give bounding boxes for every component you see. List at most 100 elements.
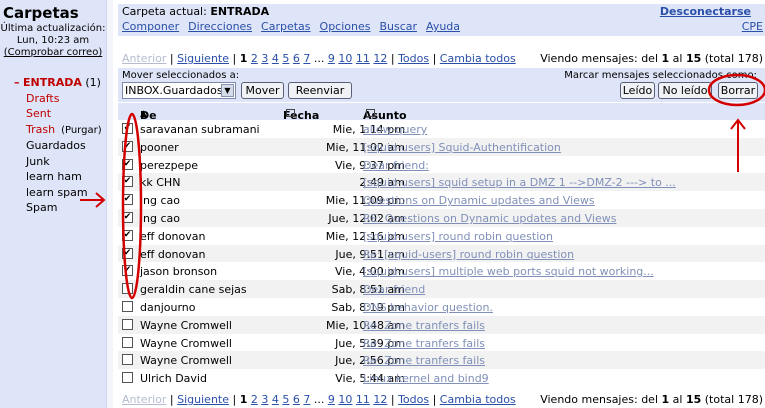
table-row[interactable]: Wayne Cromwell Mie, 10:48 am Re: Zone tran… (118, 315, 765, 334)
menu-item-buscar[interactable]: Buscar (379, 20, 417, 33)
sidebar-item-trash[interactable]: Trash (26, 123, 55, 136)
row-checkbox[interactable]: ✔ (122, 194, 133, 206)
row-subject-link[interactable]: [squid-users] round robin question (363, 230, 553, 243)
sidebar-item-learn-spam[interactable]: learn spam (0, 185, 106, 201)
row-checkbox[interactable] (122, 354, 133, 366)
menu-item-ayuda[interactable]: Ayuda (426, 20, 460, 33)
menu-item-carpetas[interactable]: Carpetas (261, 20, 310, 33)
row-subject-link[interactable]: Re: Zone tranfers fails (363, 354, 485, 367)
purge-trash-link[interactable]: (Purgar) (61, 125, 102, 136)
row-subject-link[interactable]: Dear friend (363, 283, 425, 296)
row-subject-link[interactable]: Re: Zone tranfers fails (363, 337, 485, 350)
sidebar-item-inbox[interactable]: – ENTRADA (1) (0, 75, 106, 91)
pager-next-link[interactable]: Siguiente (177, 393, 229, 406)
pager-page-link[interactable]: 6 (293, 52, 300, 65)
row-checkbox[interactable]: ✔ (122, 123, 133, 134)
pager-page-link[interactable]: 2 (251, 393, 258, 406)
pager-page-link[interactable]: 9 (328, 393, 335, 406)
move-button[interactable]: Mover (241, 82, 284, 99)
pager-page-link[interactable]: 12 (373, 393, 387, 406)
row-checkbox[interactable]: ✔ (122, 247, 133, 259)
row-checkbox[interactable]: ✔ (122, 265, 133, 277)
check-mail-link[interactable]: (Comprobar correo) (4, 47, 102, 58)
pager-all-link[interactable]: Todos (398, 52, 429, 65)
menu-item-direcciones[interactable]: Direcciones (188, 20, 252, 33)
sidebar-item-guardados[interactable]: Guardados (0, 138, 106, 154)
row-subject-link[interactable]: [squid-users] squid setup in a DMZ 1 -->… (363, 176, 676, 189)
mark-unread-button[interactable]: No leído (658, 82, 712, 99)
pager-page-link[interactable]: 10 (338, 52, 352, 65)
delete-button[interactable]: Borrar (718, 82, 758, 99)
table-row[interactable]: danjourno Sab, 8:19 pm DNS behavior questi… (118, 297, 765, 316)
row-checkbox[interactable]: ✔ (122, 140, 133, 152)
pager-prev-link[interactable]: Anterior (122, 393, 166, 406)
sidebar-item-spam[interactable]: Spam (0, 200, 106, 216)
pager-next-link[interactable]: Siguiente (177, 52, 229, 65)
row-checkbox[interactable]: ✔ (122, 229, 133, 241)
sort-box-icon[interactable] (366, 109, 375, 117)
pager-page-link[interactable]: 4 (272, 52, 279, 65)
pager-page-link[interactable]: 11 (356, 52, 370, 65)
pager-page-link[interactable]: 7 (303, 393, 310, 406)
disconnect-link[interactable]: Desconectarse (660, 5, 751, 18)
chevron-down-icon[interactable]: ▼ (221, 84, 234, 97)
forward-button[interactable]: Reenviar (288, 82, 352, 99)
row-checkbox[interactable] (122, 336, 133, 348)
pager-page-link[interactable]: 3 (261, 393, 268, 406)
row-subject-link[interactable]: [squid-users] Squid-Authentification (363, 141, 561, 154)
pager-page-link[interactable]: 4 (272, 393, 279, 406)
sidebar-item-sent[interactable]: Sent (0, 106, 106, 122)
pager-page-link[interactable]: 2 (251, 52, 258, 65)
row-checkbox[interactable] (122, 300, 133, 312)
pager-page-link[interactable]: 9 (328, 52, 335, 65)
sidebar-item-learn-ham[interactable]: learn ham (0, 169, 106, 185)
sort-up-icon[interactable]: ▲ (140, 109, 147, 119)
table-row[interactable]: ✔ jason bronson Vie, 4:00 pm [squid-users] … (118, 262, 765, 281)
row-checkbox[interactable] (122, 372, 133, 384)
table-row[interactable]: ✔ eff donovan Mie, 12:16 pm [squid-users] r… (118, 226, 765, 245)
folder-select[interactable]: INBOX.Guardados ▼ (122, 82, 236, 99)
pager-page-link[interactable]: 7 (303, 52, 310, 65)
table-row[interactable]: Wayne Cromwell Jue, 2:56 pm Re: Zone tranf… (118, 351, 765, 370)
row-checkbox[interactable]: ✔ (122, 158, 133, 170)
row-subject-link[interactable]: [squid-users] multiple web ports squid n… (363, 265, 654, 278)
table-row[interactable]: Wayne Cromwell Jue, 5:39 pm Re: Zone tranf… (118, 333, 765, 352)
pager-page-link[interactable]: 10 (338, 393, 352, 406)
table-row[interactable]: ✔ ing cao Mie, 11:09 pm Questions on Dynami… (118, 191, 765, 209)
row-checkbox[interactable]: ✔ (122, 176, 133, 188)
row-subject-link[interactable]: RE: Questions on Dynamic updates and Vie… (363, 212, 616, 225)
table-row[interactable]: Ulrich David Vie, 5:44 am Linux kernel and… (118, 369, 765, 387)
pager-page-link[interactable]: 5 (282, 52, 289, 65)
row-subject-link[interactable]: allow-query (363, 123, 427, 136)
pager-all-link[interactable]: Todos (398, 393, 429, 406)
sidebar-item-drafts[interactable]: Drafts (0, 91, 106, 107)
row-subject-link[interactable]: Questions on Dynamic updates and Views (363, 194, 595, 207)
toggle-all-link[interactable]: Cambia todos (440, 393, 516, 406)
row-subject-link[interactable]: DNS behavior question. (363, 301, 493, 314)
pager-page-link[interactable]: 5 (282, 393, 289, 406)
row-checkbox[interactable] (122, 283, 133, 295)
toggle-all-link[interactable]: Cambia todos (440, 52, 516, 65)
row-subject-link[interactable]: Re: [squid-users] round robin question (363, 248, 574, 261)
row-checkbox[interactable] (122, 318, 133, 330)
menu-item-opciones[interactable]: Opciones (320, 20, 371, 33)
pager-page-link[interactable]: 6 (293, 393, 300, 406)
sort-box-icon[interactable] (286, 109, 295, 117)
table-row[interactable]: ✔ ing cao Jue, 12:02 am RE: Questions on Dy… (118, 208, 765, 227)
cpe-link[interactable]: CPE (742, 20, 763, 33)
table-row[interactable]: geraldin cane sejas Sab, 8:51 am Dear frie… (118, 280, 765, 298)
row-subject-link[interactable]: Linux kernel and bind9 (363, 372, 489, 385)
row-subject-link[interactable]: Re: Zone tranfers fails (363, 319, 485, 332)
table-row[interactable]: ✔ kk CHN 2:49 am [squid-users] squid setup … (118, 173, 765, 192)
row-checkbox[interactable]: ✔ (122, 211, 133, 223)
menu-item-componer[interactable]: Componer (122, 20, 179, 33)
pager-page-link[interactable]: 3 (261, 52, 268, 65)
pager-page-link[interactable]: 11 (356, 393, 370, 406)
sidebar-item-junk[interactable]: Junk (0, 154, 106, 170)
pager-page-link[interactable]: 12 (373, 52, 387, 65)
table-row[interactable]: ✔ pooner Mie, 11:02 am [squid-users] Squid-… (118, 137, 765, 156)
table-row[interactable]: ✔ saravanan subramani Mie, 1:14 pm allow-qu… (118, 120, 765, 138)
table-row[interactable]: ✔ eff donovan Jue, 9:51 am Re: [squid-users… (118, 244, 765, 263)
row-subject-link[interactable]: Dear friend: (363, 159, 429, 172)
table-row[interactable]: ✔ perezpepe Vie, 9:37 pm Dear friend: (118, 155, 765, 174)
